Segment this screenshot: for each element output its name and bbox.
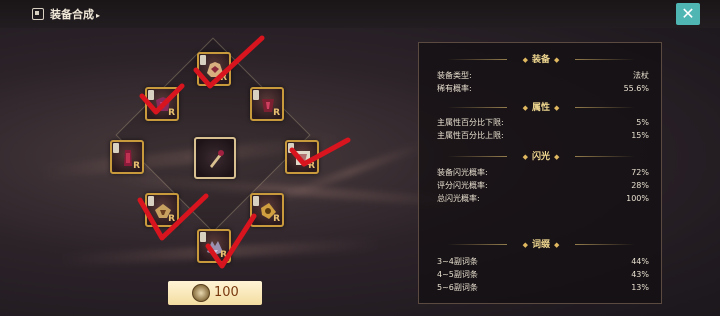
- slot-top-right[interactable]: R: [250, 87, 284, 121]
- row-affix-4-5: 4~5副词条 43%: [437, 270, 649, 279]
- section-header-equipment: ◆ 装备 ◆: [419, 52, 663, 68]
- row-equipment-type: 装备类型: 法杖: [437, 71, 649, 80]
- slot-bottom-left[interactable]: R: [145, 193, 179, 227]
- row-rare-probability: 稀有概率: 55.6%: [437, 84, 649, 93]
- slot-top-left[interactable]: R: [145, 87, 179, 121]
- equipment-icon: [32, 8, 44, 20]
- staff-icon: [210, 150, 224, 168]
- section-header-affix: ◆ 词缀 ◆: [419, 237, 663, 253]
- slot-top[interactable]: R: [197, 52, 231, 86]
- section-header-flash: ◆ 闪光 ◆: [419, 149, 663, 165]
- close-button[interactable]: ✕: [676, 3, 700, 25]
- slot-center[interactable]: [194, 137, 236, 179]
- cost-value: 100: [214, 285, 239, 300]
- craft-cost-button[interactable]: 100: [168, 281, 262, 305]
- row-equip-flash: 装备闪光概率: 72%: [437, 168, 649, 177]
- slot-left[interactable]: R: [110, 140, 144, 174]
- section-header-attributes: ◆ 属性 ◆: [419, 100, 663, 116]
- slot-bottom[interactable]: R: [197, 229, 231, 263]
- page-title: 装备合成 ▸: [50, 8, 101, 21]
- slot-bottom-right[interactable]: R: [250, 193, 284, 227]
- slot-right[interactable]: R: [285, 140, 319, 174]
- coin-icon: [192, 284, 210, 302]
- top-bar: 装备合成 ▸: [0, 0, 720, 28]
- row-affix-3-4: 3~4副词条 44%: [437, 257, 649, 266]
- row-main-attr-lower: 主属性百分比下限: 5%: [437, 118, 649, 127]
- row-total-flash: 总闪光概率: 100%: [437, 194, 649, 203]
- close-icon: ✕: [681, 4, 695, 23]
- row-score-flash: 评分闪光概率: 28%: [437, 181, 649, 190]
- row-affix-5-6: 5~6副词条 13%: [437, 283, 649, 292]
- row-main-attr-upper: 主属性百分比上限: 15%: [437, 131, 649, 140]
- info-panel: ◆ 装备 ◆ 装备类型: 法杖 稀有概率: 55.6% ◆ 属性 ◆ 主属性百分比下限: 5%…: [418, 42, 662, 304]
